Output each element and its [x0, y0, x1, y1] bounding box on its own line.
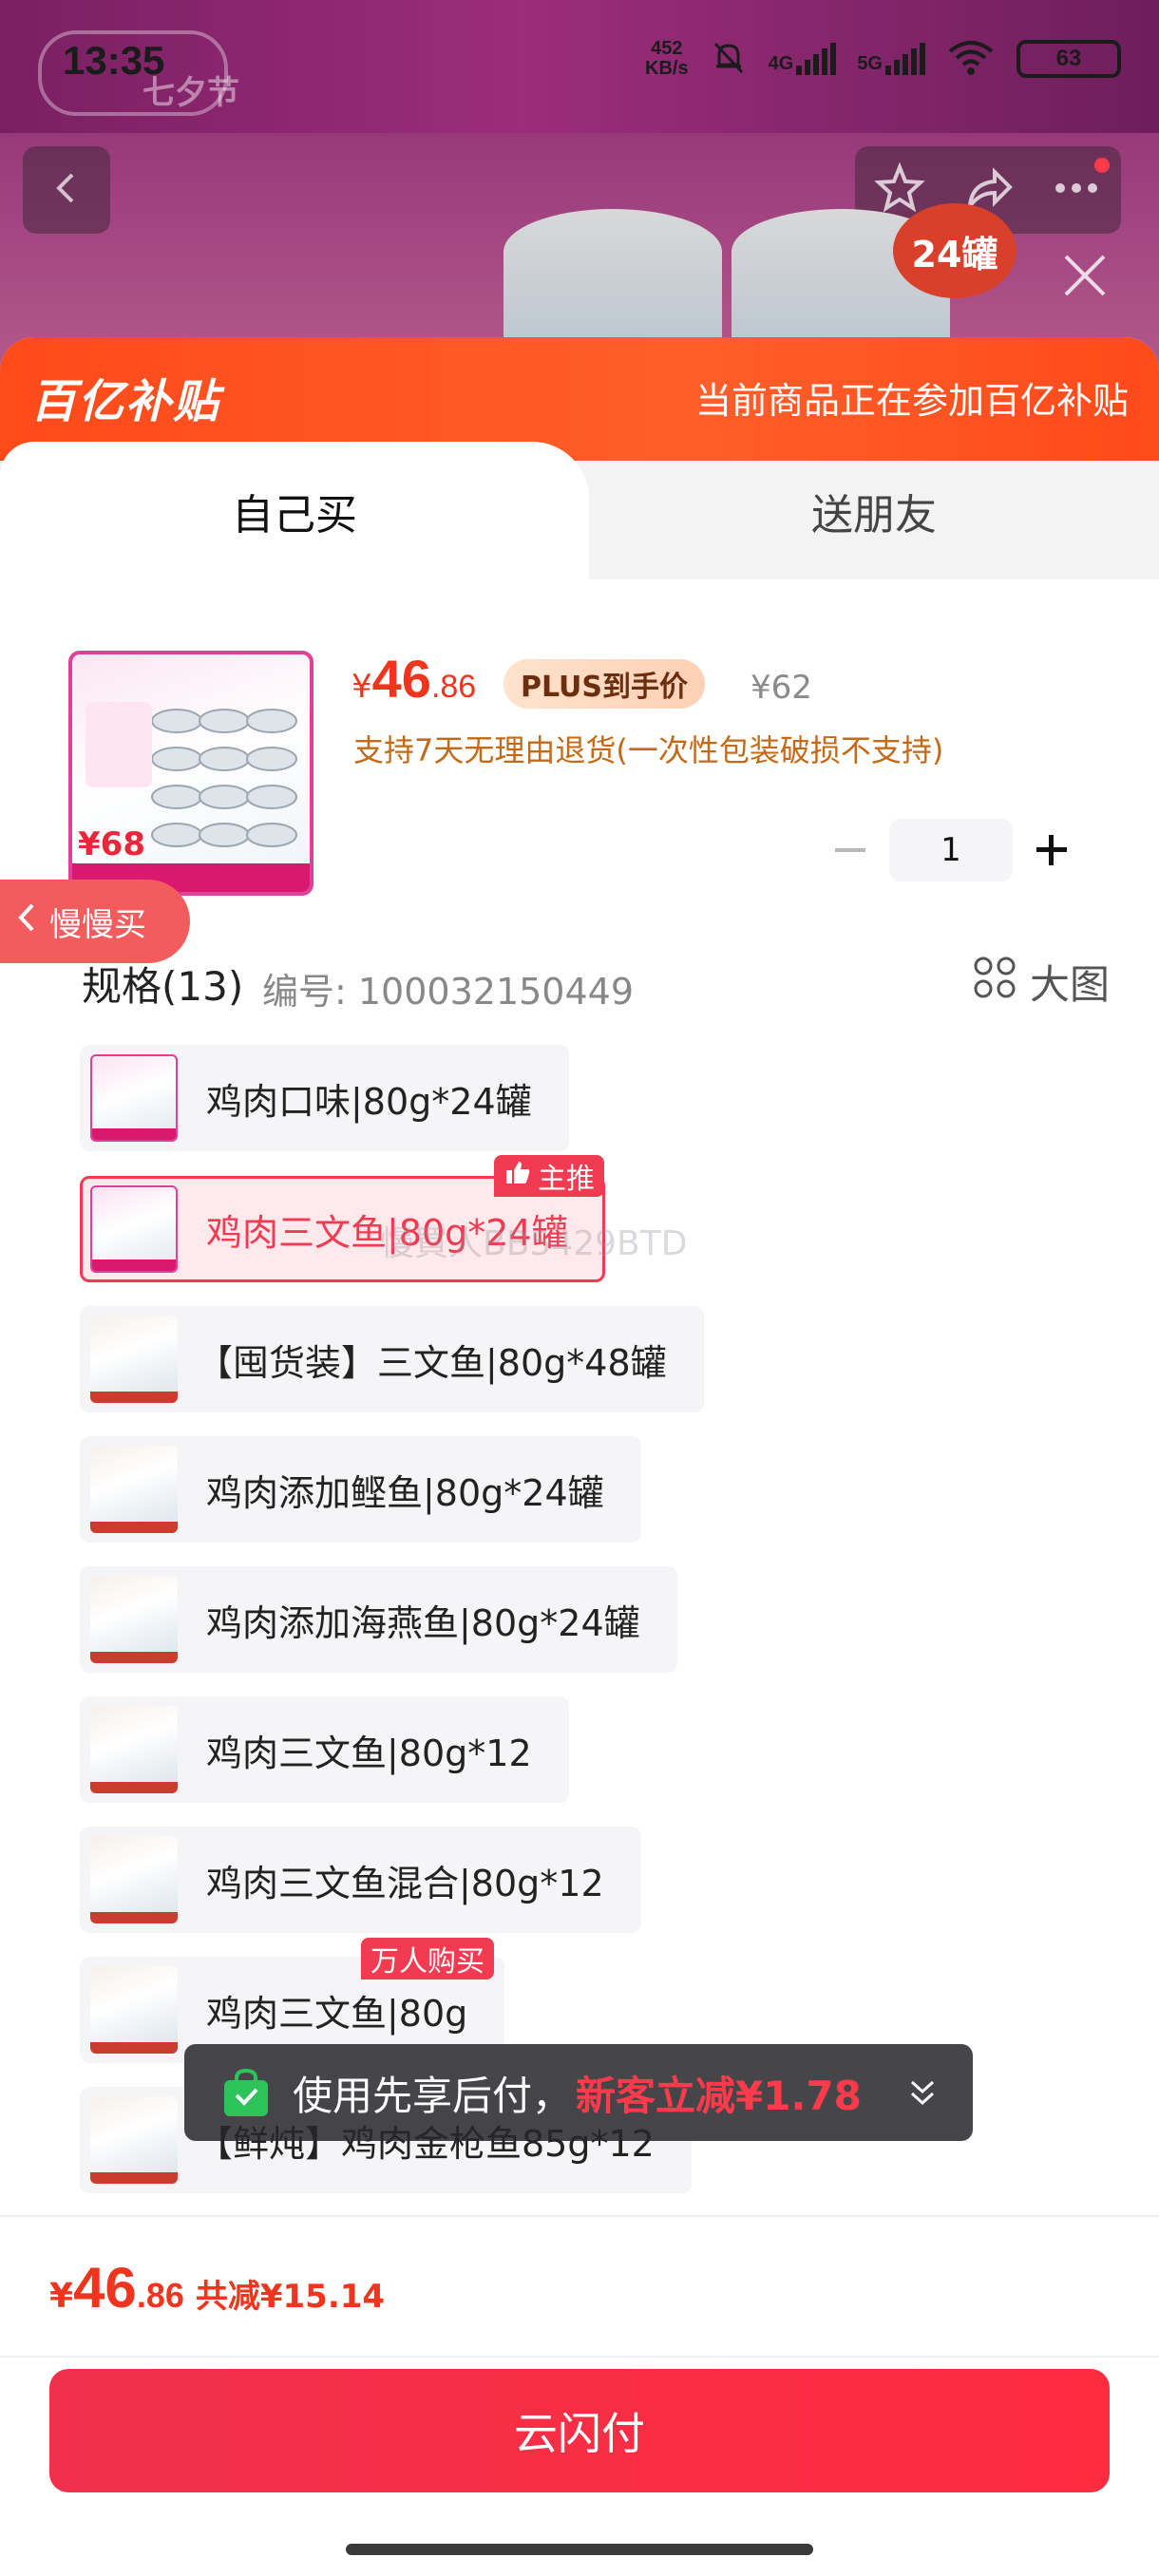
option-thumbnail	[90, 1054, 178, 1142]
total-price: ¥ 46 .86 共减¥15.14	[49, 2256, 386, 2320]
wifi-icon	[946, 38, 996, 80]
thumbs-up-icon	[504, 1158, 532, 1194]
thumbnail-price: ¥68	[78, 825, 145, 863]
notification-dot	[1094, 158, 1110, 173]
shopping-bag-icon	[220, 2067, 272, 2118]
footer-divider	[0, 2356, 1159, 2358]
chevron-left-icon	[15, 901, 38, 942]
close-icon	[1056, 255, 1113, 308]
quantity-decrease-button[interactable]	[817, 817, 884, 883]
network-speed: 452 KB/s	[645, 38, 689, 79]
big-picture-label: 大图	[1029, 961, 1110, 1008]
checkout-footer: ¥ 46 .86 共减¥15.14 云闪付	[0, 2215, 1159, 2576]
pay-later-text: 使用先享后付，	[293, 2072, 573, 2119]
big-picture-toggle[interactable]: 大图	[973, 953, 1110, 1011]
back-button[interactable]	[23, 146, 110, 234]
pay-later-banner[interactable]: 使用先享后付， 新客立减¥1.78	[184, 2044, 973, 2141]
hero-badge: 24罐	[893, 203, 1016, 298]
option-thumbnail	[90, 1185, 178, 1273]
unionpay-button[interactable]: 云闪付	[49, 2369, 1110, 2492]
quantity-stepper: 1	[817, 817, 1085, 883]
grid-icon	[973, 956, 1016, 1009]
spec-option[interactable]: 鸡肉三文鱼混合|80g*12	[80, 1827, 641, 1933]
tab-buy-self[interactable]: 自己买	[0, 442, 589, 579]
background-product-page: 七夕节 13:35 452 KB/s 4G 5G 63 24罐	[0, 0, 1159, 380]
mute-bell-icon	[710, 38, 748, 80]
spec-heading: 规格(13)	[82, 963, 244, 1010]
quantity-increase-button[interactable]	[1018, 817, 1085, 883]
status-icons: 452 KB/s 4G 5G 63	[645, 38, 1121, 80]
home-indicator[interactable]	[346, 2544, 813, 2555]
option-thumbnail	[90, 1446, 178, 1533]
subsidy-note: 当前商品正在参加百亿补贴	[694, 380, 1129, 422]
more-icon[interactable]	[1051, 162, 1102, 218]
spec-number: 编号: 100032150449	[262, 971, 635, 1013]
pay-later-promo: 新客立减¥1.78	[576, 2072, 862, 2119]
option-thumbnail	[90, 1966, 178, 2054]
option-thumbnail	[90, 1576, 178, 1663]
product-thumbnail[interactable]: ¥68	[68, 651, 314, 896]
spec-option[interactable]: 【囤货装】三文鱼|80g*48罐	[80, 1306, 704, 1412]
tab-gift-friend[interactable]: 送朋友	[589, 442, 1159, 579]
current-price: ¥ 46 .86	[352, 649, 477, 709]
spec-option[interactable]: 鸡肉添加鲣鱼|80g*24罐	[80, 1436, 641, 1543]
total-savings: 共减¥15.14	[195, 2278, 386, 2316]
spec-option[interactable]: 鸡肉添加海燕鱼|80g*24罐	[80, 1566, 677, 1673]
quantity-value[interactable]: 1	[889, 819, 1013, 881]
double-chevron-down-icon	[906, 2076, 939, 2112]
option-thumbnail	[90, 1316, 178, 1403]
signal-4g-icon: 4G	[769, 43, 837, 75]
subsidy-logo: 百亿补贴	[30, 375, 221, 428]
watermark: 慢買人BB5429BTD	[380, 1224, 688, 1263]
return-policy-note: 支持7天无理由退货(一次性包装破损不支持)	[353, 732, 944, 768]
original-price: ¥62	[750, 669, 812, 707]
spec-option[interactable]: 鸡肉三文鱼|80g*12	[80, 1696, 569, 1803]
option-thumbnail	[90, 2096, 178, 2184]
purchase-tabs: 自己买 送朋友	[0, 442, 1159, 579]
chevron-left-icon	[48, 169, 86, 211]
recommended-tag: 主推	[494, 1155, 604, 1197]
option-thumbnail	[90, 1706, 178, 1793]
battery-icon: 63	[1016, 40, 1121, 78]
plus-price-tag: PLUS到手价	[504, 659, 706, 709]
spec-option[interactable]: 鸡肉口味|80g*24罐	[80, 1045, 569, 1151]
option-thumbnail	[90, 1836, 178, 1923]
signal-5g-icon: 5G	[857, 43, 925, 75]
close-sheet-button[interactable]	[1056, 247, 1113, 304]
slow-buy-label: 慢慢买	[49, 905, 146, 944]
status-time: 13:35	[63, 38, 165, 83]
popular-tag: 万人购买	[361, 1938, 494, 1979]
slow-buy-tab[interactable]: 慢慢买	[0, 880, 190, 963]
